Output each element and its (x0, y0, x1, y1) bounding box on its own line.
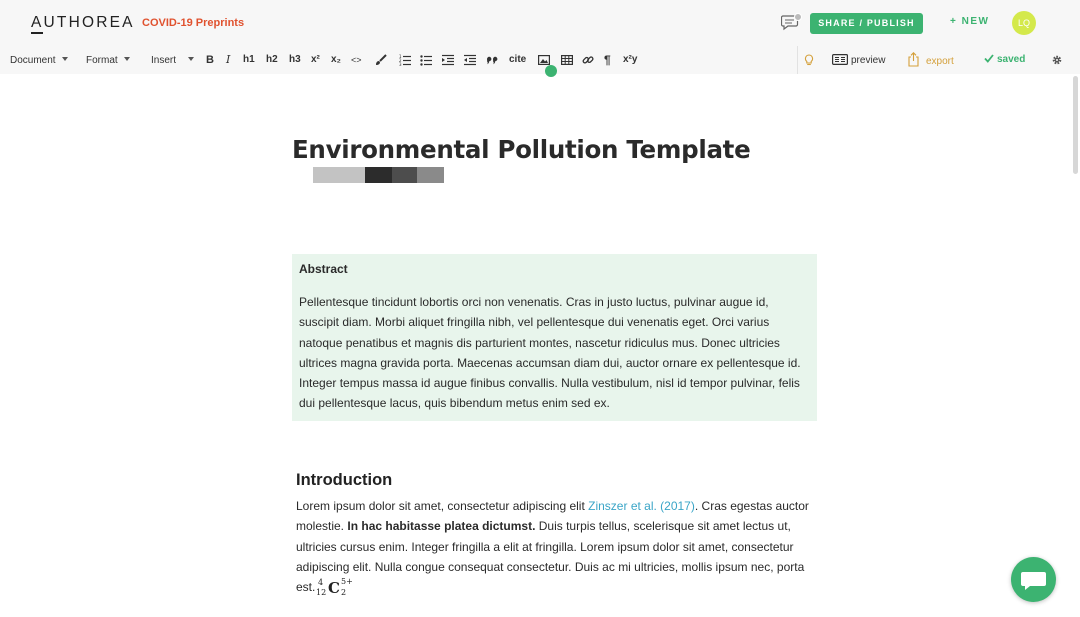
paintbrush-icon[interactable] (375, 54, 387, 66)
document-menu[interactable]: Document (10, 55, 68, 66)
blockquote-icon[interactable] (486, 54, 498, 66)
chevron-down-icon (123, 57, 130, 61)
table-icon[interactable] (561, 54, 573, 66)
export-icon (908, 52, 919, 67)
saved-status: saved (984, 54, 1025, 65)
abstract-body: Pellentesque tincidunt lobortis orci non… (299, 295, 801, 411)
italic-button[interactable]: I (226, 54, 230, 66)
svg-text:3: 3 (399, 62, 402, 66)
redacted-author-block (313, 167, 365, 183)
export-button[interactable]: export (908, 52, 954, 67)
document-menu-label: Document (10, 55, 56, 66)
indent-icon[interactable] (442, 54, 454, 66)
redacted-author-block (365, 167, 392, 183)
gear-icon[interactable] (1051, 54, 1063, 66)
preview-button[interactable]: preview (832, 54, 885, 66)
math-button[interactable]: x²y (623, 54, 637, 66)
comments-icon[interactable] (781, 13, 803, 32)
redacted-author-block (392, 167, 417, 183)
abstract-section[interactable]: Abstract Pellentesque tincidunt lobortis… (292, 254, 817, 421)
saved-label: saved (997, 54, 1026, 65)
format-menu[interactable]: Format (86, 55, 130, 66)
checkmark-icon (984, 54, 994, 63)
intro-text: Lorem ipsum dolor sit amet, consectetur … (296, 499, 589, 513)
cite-button[interactable]: cite (509, 54, 526, 66)
toolbar-divider (797, 46, 798, 74)
chat-bubble-icon (1021, 572, 1046, 590)
h3-button[interactable]: h3 (289, 54, 301, 66)
export-label: export (926, 56, 954, 67)
bullet-list-icon[interactable] (420, 54, 432, 66)
insert-menu-label: Insert (151, 55, 177, 66)
formula-pre-subscript: 12 (316, 588, 327, 597)
bold-button[interactable]: B (206, 54, 214, 66)
h1-button[interactable]: h1 (243, 54, 255, 66)
covid-preprints-link[interactable]: COVID-19 Preprints (142, 17, 244, 29)
share-publish-button[interactable]: SHARE / PUBLISH (810, 13, 923, 34)
format-menu-label: Format (86, 55, 118, 66)
user-avatar[interactable]: LQ (1012, 11, 1036, 35)
authorea-logo[interactable]: AUTHOREA (31, 14, 135, 32)
numbered-list-icon[interactable]: 1 2 3 (399, 54, 411, 66)
chevron-down-icon (188, 57, 195, 61)
preview-icon (832, 54, 849, 66)
redacted-author-block (417, 167, 444, 183)
document-title[interactable]: Environmental Pollution Template (292, 135, 751, 164)
image-icon[interactable] (538, 54, 550, 66)
redacted-authors-bar (313, 167, 444, 183)
formula-base: C (328, 579, 340, 597)
preview-label: preview (851, 55, 886, 66)
intro-bold-text: In hac habitasse platea dictumst. (347, 519, 536, 534)
citation-link[interactable]: Zinszer et al. (2017) (588, 499, 695, 513)
chemical-formula[interactable]: 4 12 C 5+ 2 (316, 577, 358, 598)
page-scrollbar[interactable] (1073, 76, 1078, 174)
paragraph-button[interactable]: ¶ (604, 54, 611, 66)
subscript-button[interactable]: x₂ (331, 54, 341, 66)
h2-button[interactable]: h2 (266, 54, 278, 66)
chat-button[interactable] (1011, 557, 1056, 602)
logo-underline (31, 32, 43, 34)
insert-menu[interactable]: Insert (151, 55, 195, 66)
introduction-body[interactable]: Lorem ipsum dolor sit amet, consectetur … (296, 496, 811, 597)
chevron-down-icon (61, 57, 68, 61)
link-icon[interactable] (582, 54, 594, 66)
formula-superscript: 5+ (341, 577, 353, 586)
new-document-button[interactable]: + NEW (950, 16, 989, 27)
lightbulb-icon[interactable] (803, 54, 815, 66)
cursor-indicator (545, 65, 557, 77)
abstract-heading: Abstract (299, 262, 348, 276)
formula-pre-superscript: 4 (318, 578, 324, 587)
introduction-heading[interactable]: Introduction (296, 471, 392, 490)
superscript-button[interactable]: x² (311, 54, 320, 66)
outdent-icon[interactable] (464, 54, 476, 66)
code-button[interactable]: <> (351, 54, 362, 66)
top-bar: AUTHOREA COVID-19 Preprints SHARE / PUBL… (0, 0, 1080, 46)
formula-subscript: 2 (341, 588, 347, 597)
